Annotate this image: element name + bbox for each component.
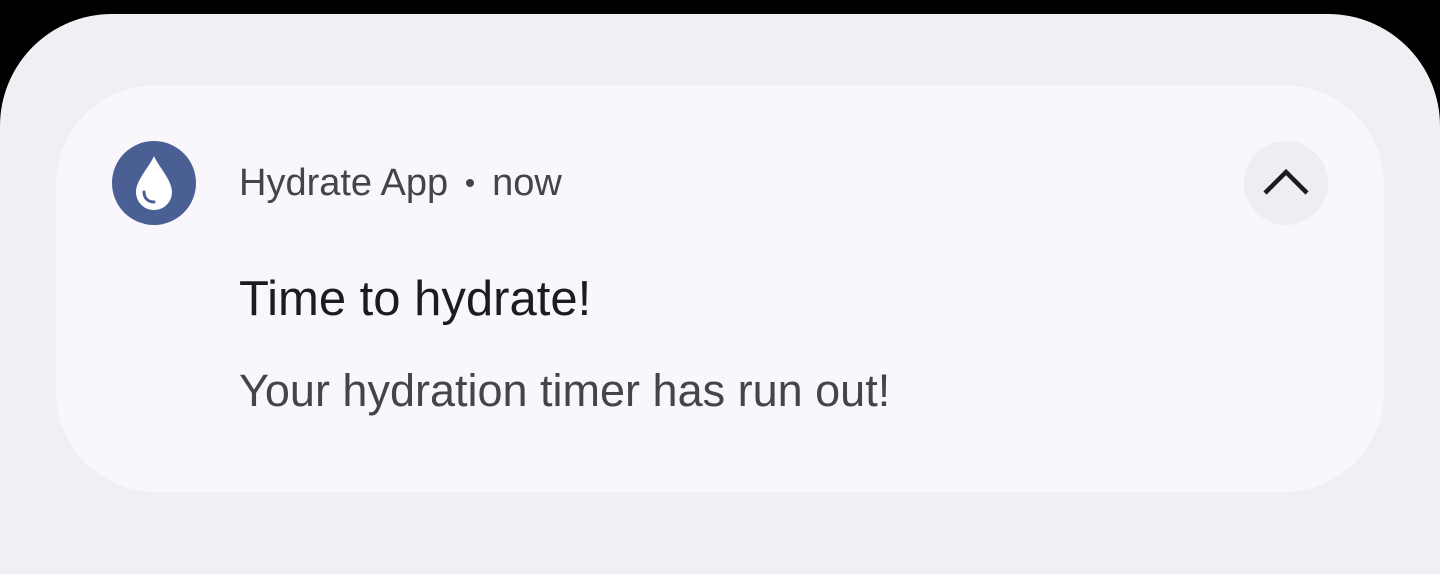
app-name: Hydrate App (239, 161, 449, 204)
chevron-up-icon (1263, 168, 1309, 195)
notification-body: Your hydration timer has run out! (239, 365, 891, 416)
notification-title: Time to hydrate! (239, 272, 592, 326)
expand-button[interactable] (1244, 141, 1328, 225)
app-icon (112, 141, 196, 225)
water-drop-icon (136, 156, 172, 210)
notification-header: Hydrate App now (239, 161, 562, 205)
notification-shade: Hydrate App now Time to hydrate! Your hy… (0, 14, 1440, 574)
timestamp: now (492, 161, 562, 204)
notification-card[interactable]: Hydrate App now Time to hydrate! Your hy… (56, 85, 1384, 492)
separator-dot (466, 179, 475, 187)
